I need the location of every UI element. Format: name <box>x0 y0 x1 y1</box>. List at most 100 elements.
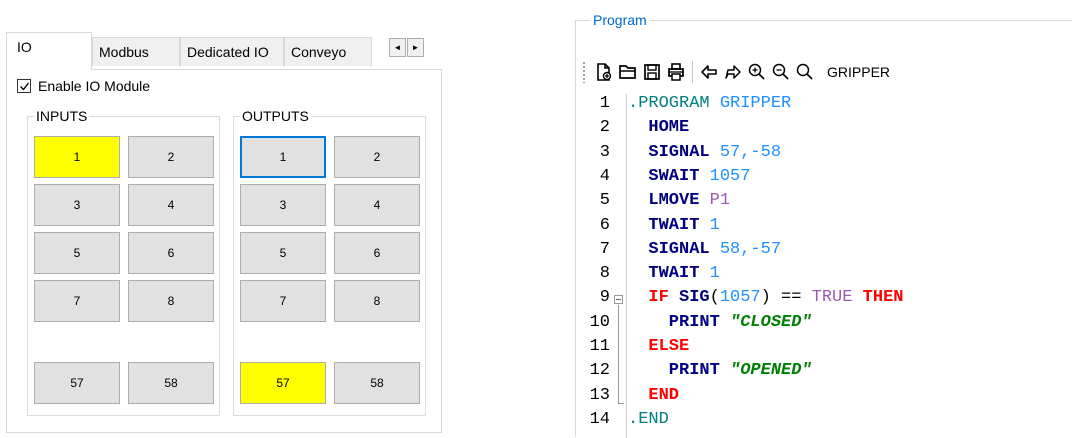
input-button-6[interactable]: 6 <box>128 232 214 274</box>
outputs-group: OUTPUTS 1 2 3 4 5 6 7 8 57 58 <box>233 107 426 416</box>
code-token: HOME <box>628 118 690 138</box>
toolbar-separator <box>692 61 693 83</box>
code-token: PRINT <box>628 361 731 381</box>
tab-scroll-left-button[interactable]: ◄ <box>389 38 406 57</box>
code-token: SIGNAL <box>628 239 720 259</box>
code-token: 1 <box>709 264 720 284</box>
code-line[interactable]: IF SIG(1057) == TRUE THEN <box>628 288 903 308</box>
code-line[interactable]: PRINT "OPENED" <box>628 361 812 381</box>
code-line[interactable]: .PROGRAM GRIPPER <box>628 94 791 114</box>
input-button-57[interactable]: 57 <box>34 362 120 404</box>
code-token: ) == <box>760 288 812 308</box>
search-icon[interactable] <box>793 60 817 84</box>
zoom-out-icon[interactable] <box>769 60 793 84</box>
line-number: 11 <box>589 337 610 356</box>
line-number: 12 <box>589 361 610 381</box>
output-button-7[interactable]: 7 <box>240 280 326 322</box>
code-token: .END <box>628 409 669 429</box>
code-line[interactable]: TWAIT 1 <box>628 215 720 236</box>
redo-icon[interactable] <box>721 60 745 84</box>
line-number: 13 <box>589 385 610 405</box>
input-button-4[interactable]: 4 <box>128 184 214 226</box>
output-button-8[interactable]: 8 <box>334 280 420 322</box>
line-number: 1 <box>599 94 610 113</box>
tab-conveyor[interactable]: Conveyo <box>284 37 372 66</box>
code-editor[interactable]: 1 .PROGRAM GRIPPER 2 HOME 3 SIGNAL 57,-58 4 … <box>576 94 1072 438</box>
input-button-5[interactable]: 5 <box>34 232 120 274</box>
output-button-57[interactable]: 57 <box>240 362 326 404</box>
code-token: 57,-58 <box>719 142 782 162</box>
line-number: 3 <box>599 142 610 162</box>
output-button-2[interactable]: 2 <box>334 136 420 178</box>
enable-io-module-row[interactable]: Enable IO Module <box>17 78 150 94</box>
code-token: SIGNAL <box>628 142 720 162</box>
code-token: SWAIT <box>628 166 710 186</box>
code-line[interactable]: SWAIT 1057 <box>628 167 750 187</box>
open-folder-icon[interactable] <box>616 60 640 84</box>
code-token: 1 <box>709 215 720 235</box>
code-line[interactable]: END <box>628 386 679 406</box>
code-token: 58,-57 <box>719 239 782 259</box>
new-file-icon[interactable] <box>592 60 616 84</box>
code-line[interactable]: SIGNAL 58,-57 <box>628 240 781 260</box>
io-panel: IO Modbus Dedicated IO Conveyo ◄ ► Enabl… <box>6 28 442 433</box>
enable-io-module-checkbox[interactable] <box>17 79 31 93</box>
input-button-3[interactable]: 3 <box>34 184 120 226</box>
line-number: 4 <box>599 166 610 186</box>
code-token: .PROGRAM <box>628 94 720 113</box>
output-button-6[interactable]: 6 <box>334 232 420 274</box>
code-line[interactable]: HOME <box>628 118 689 138</box>
tab-io[interactable]: IO <box>6 32 92 70</box>
tab-modbus[interactable]: Modbus <box>92 37 180 66</box>
line-number: 7 <box>599 239 610 259</box>
input-button-58[interactable]: 58 <box>128 362 214 404</box>
tab-dedicated-io[interactable]: Dedicated IO <box>180 37 284 66</box>
code-token: GRIPPER <box>719 94 792 113</box>
outputs-title: OUTPUTS <box>240 107 311 125</box>
gutter-divider <box>626 94 627 438</box>
io-tab-page: Enable IO Module INPUTS 1 2 3 4 5 6 7 8 … <box>6 69 442 433</box>
input-button-8[interactable]: 8 <box>128 280 214 322</box>
zoom-in-icon[interactable] <box>745 60 769 84</box>
toolbar-grip <box>582 61 586 83</box>
code-line[interactable]: .END <box>628 410 669 430</box>
output-button-4[interactable]: 4 <box>334 184 420 226</box>
input-button-2[interactable]: 2 <box>128 136 214 178</box>
tab-scroll-right-button[interactable]: ► <box>407 38 424 57</box>
input-button-1[interactable]: 1 <box>34 136 120 178</box>
code-token: "OPENED" <box>730 361 812 381</box>
code-line[interactable]: LMOVE P1 <box>628 191 730 211</box>
checkmark-icon <box>20 82 30 91</box>
line-number: 2 <box>599 118 610 138</box>
inputs-group: INPUTS 1 2 3 4 5 6 7 8 57 58 <box>27 107 220 416</box>
code-line[interactable]: ELSE <box>628 337 689 357</box>
code-line[interactable]: PRINT "CLOSED" <box>628 313 812 333</box>
line-number: 6 <box>599 215 610 235</box>
code-token: IF <box>628 288 680 308</box>
code-token: TWAIT <box>628 264 710 284</box>
output-button-1[interactable]: 1 <box>240 136 326 178</box>
code-line[interactable]: SIGNAL 57,-58 <box>628 143 781 163</box>
code-token: P1 <box>709 191 731 211</box>
output-button-58[interactable]: 58 <box>334 362 420 404</box>
line-number: 9 <box>599 288 610 308</box>
code-token: END <box>628 385 680 405</box>
output-button-5[interactable]: 5 <box>240 232 326 274</box>
code-line[interactable]: TWAIT 1 <box>628 264 720 284</box>
code-token: TWAIT <box>628 215 710 235</box>
program-name-label: GRIPPER <box>827 64 891 80</box>
code-token: THEN <box>862 288 904 308</box>
input-button-7[interactable]: 7 <box>34 280 120 322</box>
output-button-3[interactable]: 3 <box>240 184 326 226</box>
inputs-title: INPUTS <box>34 107 90 125</box>
save-icon[interactable] <box>640 60 664 84</box>
print-icon[interactable] <box>664 60 688 84</box>
line-number: 5 <box>599 191 610 211</box>
undo-icon[interactable] <box>697 60 721 84</box>
line-number: 10 <box>589 312 610 332</box>
fold-range-line <box>618 305 619 403</box>
program-toolbar: GRIPPER <box>582 57 890 87</box>
program-title: Program <box>590 11 650 29</box>
tab-strip: IO Modbus Dedicated IO Conveyo ◄ ► <box>6 28 442 70</box>
fold-toggle-icon[interactable] <box>614 295 623 305</box>
